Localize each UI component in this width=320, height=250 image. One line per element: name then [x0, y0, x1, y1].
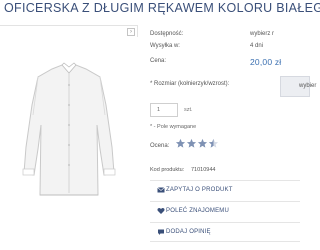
chat-bubble-icon — [158, 229, 164, 235]
bottom-divider — [150, 241, 300, 242]
quantity-input[interactable]: 1 — [150, 103, 178, 117]
availability-value: wybierz r — [250, 31, 275, 37]
product-code-value: 71010944 — [191, 167, 216, 173]
product-title: OFICERSKA Z DŁUGIM RĘKAWEM KOLORU BIAŁEG — [4, 1, 320, 15]
envelope-icon — [157, 187, 165, 193]
rating-stars[interactable] — [175, 138, 219, 152]
heart-icon — [157, 208, 165, 214]
star-icon[interactable] — [197, 138, 208, 149]
rating-label: Ocena: — [150, 143, 170, 149]
ask-about-product-label: ZAPYTAJ O PRODUKT — [166, 187, 233, 193]
price-label: Cena: — [150, 58, 167, 64]
product-image[interactable] — [2, 55, 136, 205]
add-review-label: DODAJ OPINIĘ — [166, 229, 211, 235]
recommend-to-friend-button[interactable]: POLEĆ ZNAJOMEMU — [150, 201, 300, 220]
price-value: 20,00 zł — [250, 57, 282, 67]
star-icon[interactable] — [175, 138, 186, 149]
shipping-value: 4 dni — [250, 43, 264, 49]
quantity-unit: szt. — [184, 107, 193, 113]
ask-about-product-button[interactable]: ZAPYTAJ O PRODUKT — [150, 180, 300, 199]
availability-row: Dostępność: wybierz r — [150, 31, 300, 40]
add-review-button[interactable]: DODAJ OPINIĘ — [150, 222, 300, 241]
product-gallery: › — [0, 25, 138, 250]
shipping-row: Wysyłka w: 4 dni — [150, 43, 300, 52]
required-note: * - Pole wymagane — [150, 124, 197, 130]
size-select[interactable]: wybier — [280, 76, 316, 97]
recommend-to-friend-label: POLEĆ ZNAJOMEMU — [166, 208, 230, 214]
gallery-frame: › — [0, 25, 138, 37]
shipping-label: Wysyłka w: — [150, 43, 180, 49]
availability-label: Dostępność: — [150, 31, 184, 37]
star-icon[interactable] — [186, 138, 197, 149]
size-label: * Rozmiar (kołnierzyk/wzrost): — [150, 81, 230, 87]
half-star-icon[interactable] — [208, 138, 219, 149]
size-row: * Rozmiar (kołnierzyk/wzrost): — [150, 81, 300, 90]
product-code-label: Kod produktu: — [150, 167, 185, 173]
gallery-next-icon[interactable]: › — [127, 28, 135, 36]
